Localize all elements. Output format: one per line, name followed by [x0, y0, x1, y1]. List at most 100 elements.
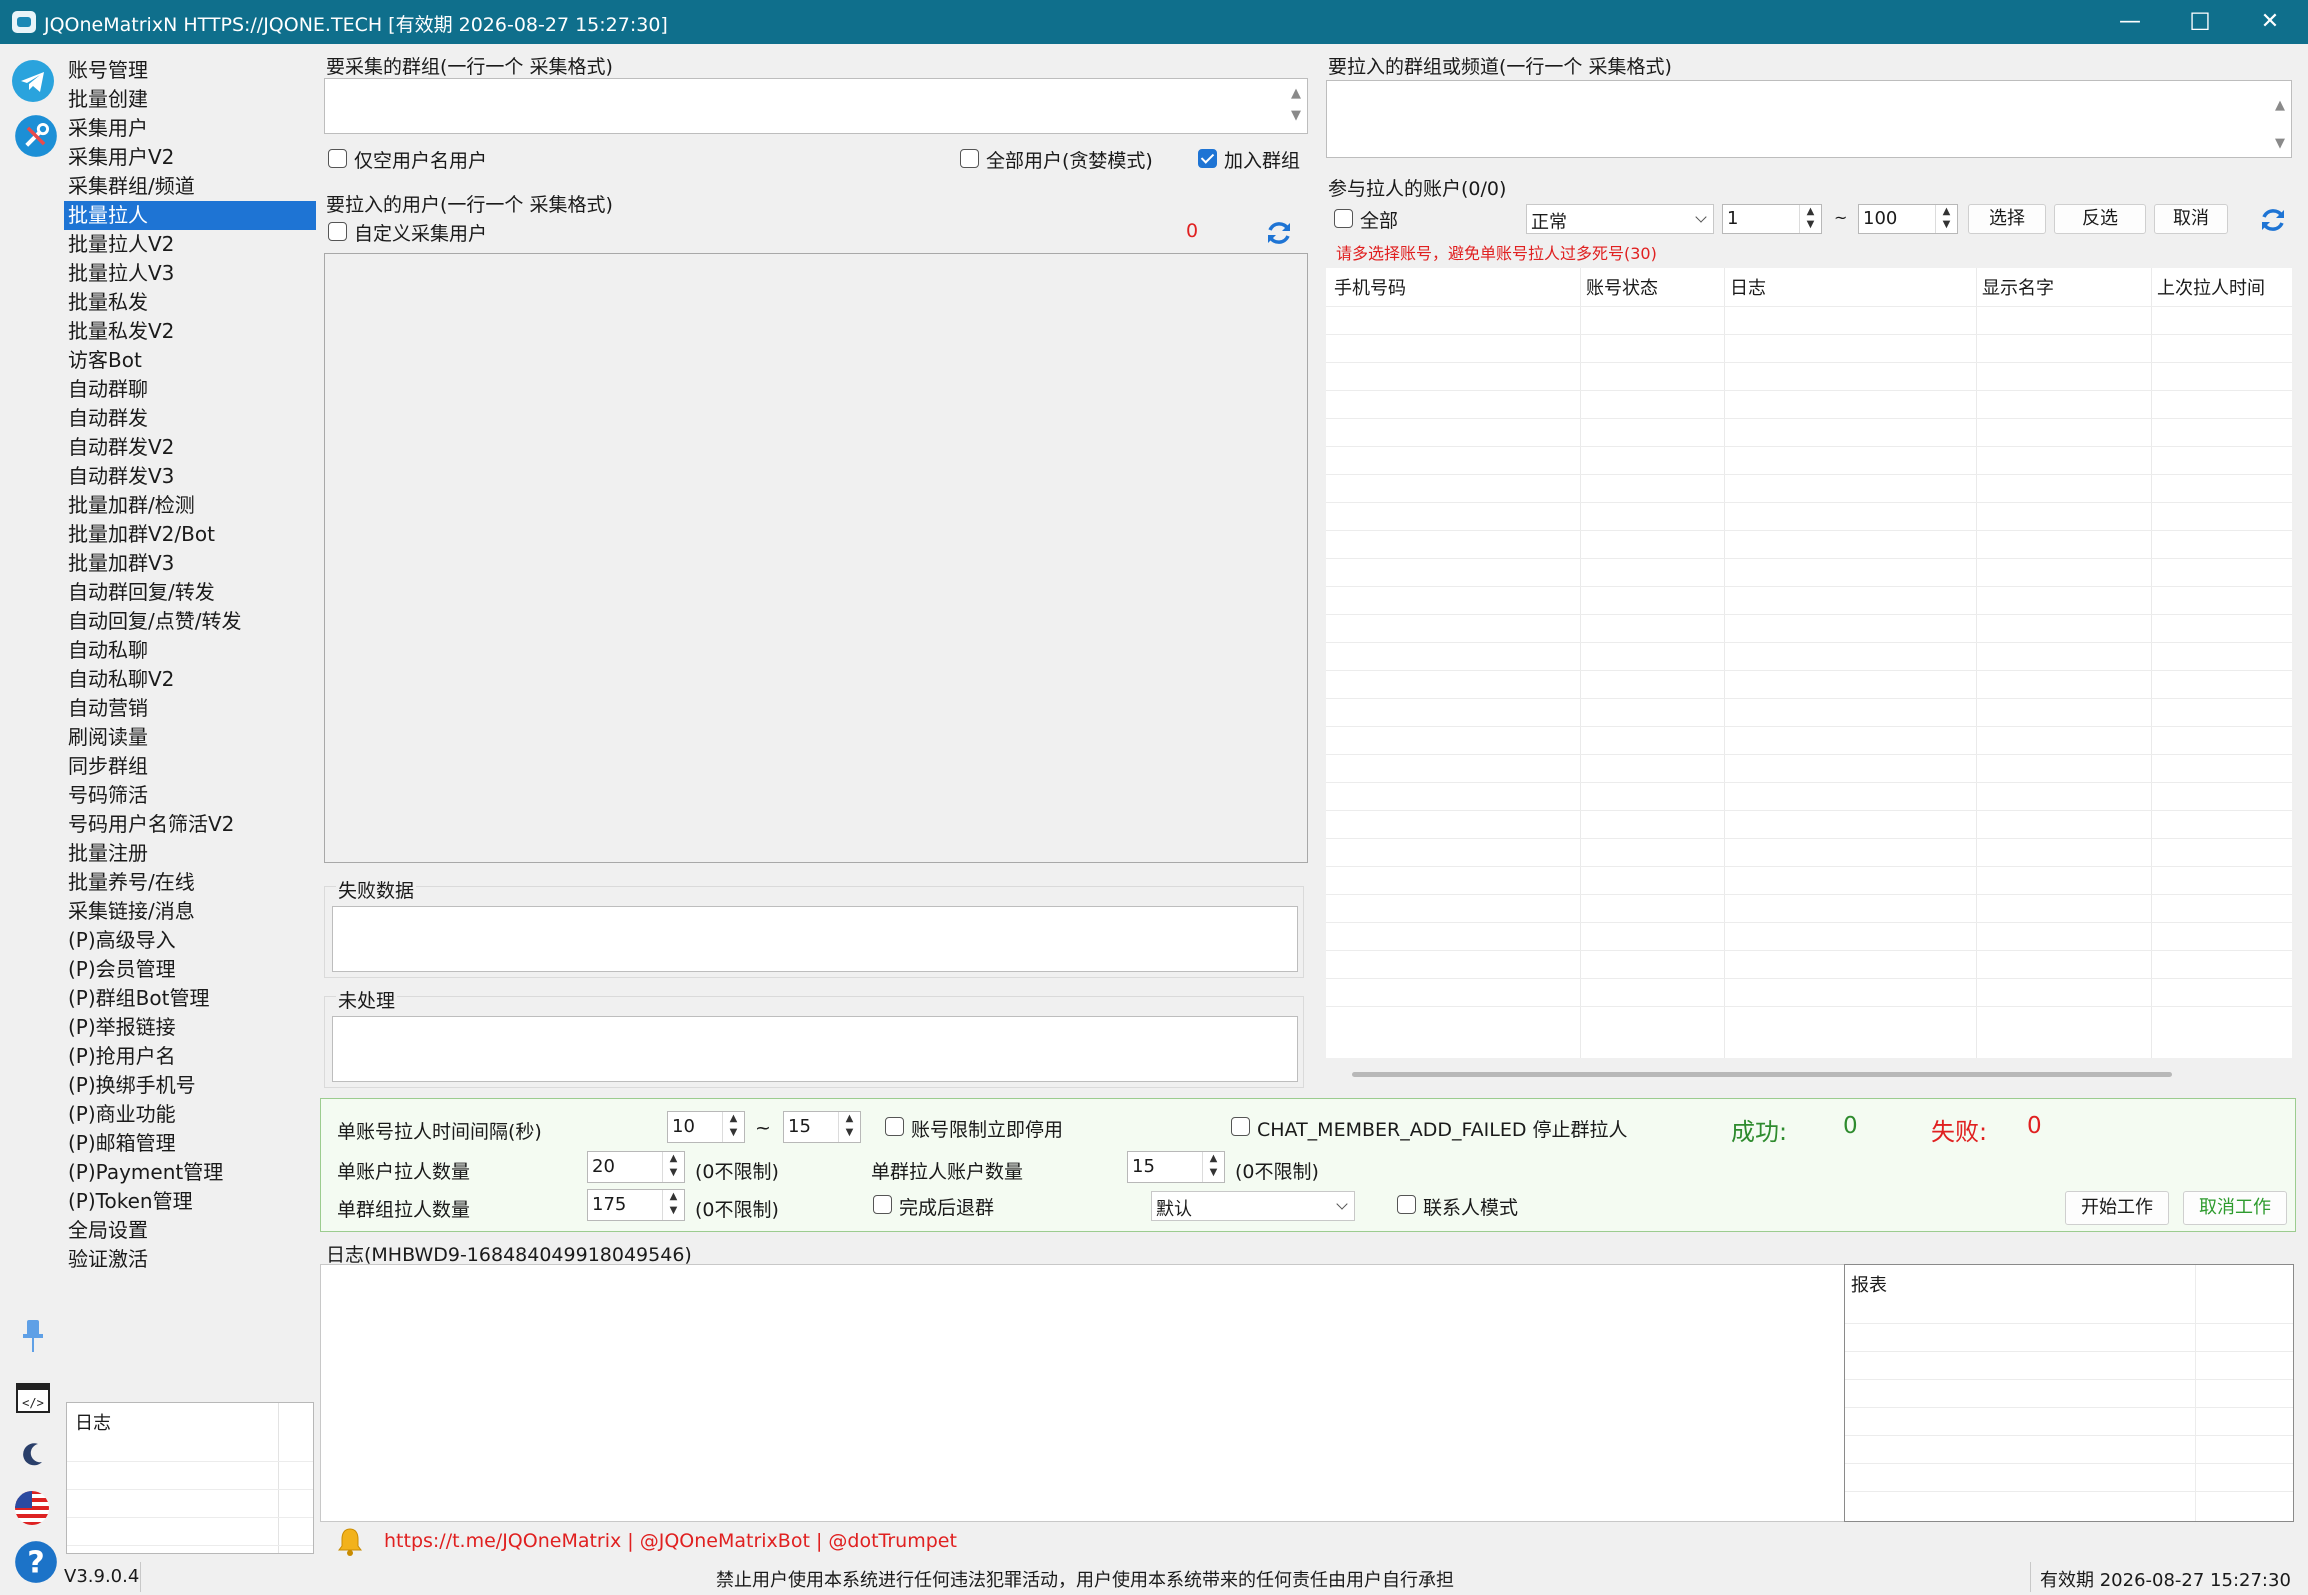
bell-icon[interactable]: [336, 1526, 364, 1556]
failed-data-input[interactable]: [332, 906, 1298, 972]
range-to-stepper[interactable]: 100 ▲ ▼: [1858, 204, 1958, 234]
telegram-icon[interactable]: [11, 59, 55, 103]
menu-item[interactable]: 访客Bot: [64, 346, 316, 375]
join-group-checkbox[interactable]: [1198, 149, 1217, 168]
menu-item[interactable]: 全局设置: [64, 1216, 316, 1245]
contact-mode-checkbox[interactable]: [1397, 1195, 1416, 1214]
code-icon[interactable]: </>: [16, 1383, 50, 1413]
menu-item[interactable]: (P)群组Bot管理: [64, 984, 316, 1013]
menu-item[interactable]: 刷阅读量: [64, 723, 316, 752]
start-work-button[interactable]: 开始工作: [2065, 1191, 2169, 1225]
target-groups-input[interactable]: ▲ ▼: [1326, 80, 2292, 158]
scroll-arrows-icon[interactable]: ▲ ▼: [2271, 87, 2289, 163]
stepper-arrows-icon[interactable]: ▲ ▼: [838, 1112, 860, 1142]
per-account-stepper[interactable]: 20 ▲ ▼: [587, 1151, 685, 1183]
stepper-arrows-icon[interactable]: ▲ ▼: [662, 1152, 684, 1182]
horizontal-scrollbar[interactable]: [1352, 1072, 2172, 1077]
interval-min-stepper[interactable]: 10 ▲ ▼: [667, 1111, 745, 1143]
menu-item[interactable]: (P)抢用户名: [64, 1042, 316, 1071]
scroll-arrows-icon[interactable]: ▲ ▼: [1287, 83, 1305, 127]
menu-item[interactable]: 同步群组: [64, 752, 316, 781]
limit-stop-checkbox[interactable]: [885, 1117, 904, 1136]
menu-item[interactable]: 号码用户名筛活V2: [64, 810, 316, 839]
menu-item[interactable]: 采集群组/频道: [64, 172, 316, 201]
column-header-log[interactable]: 日志: [1730, 274, 1766, 300]
menu-item[interactable]: 验证激活: [64, 1245, 316, 1274]
column-header-display-name[interactable]: 显示名字: [1982, 274, 2054, 300]
menu-item[interactable]: 采集用户V2: [64, 143, 316, 172]
menu-item[interactable]: 账号管理: [64, 56, 316, 85]
per-group-accounts-stepper[interactable]: 15 ▲ ▼: [1127, 1151, 1225, 1183]
per-group-stepper[interactable]: 175 ▲ ▼: [587, 1189, 685, 1221]
menu-item[interactable]: 批量私发V2: [64, 317, 316, 346]
menu-item[interactable]: 自动群发: [64, 404, 316, 433]
accounts-table[interactable]: 手机号码 账号状态 日志 显示名字 上次拉人时间: [1326, 268, 2292, 1077]
column-header-last-pull-time[interactable]: 上次拉人时间: [2157, 274, 2265, 300]
column-header-phone[interactable]: 手机号码: [1334, 274, 1406, 300]
all-users-checkbox[interactable]: [960, 149, 979, 168]
unprocessed-input[interactable]: [332, 1016, 1298, 1082]
us-flag-icon[interactable]: [14, 1490, 50, 1526]
invert-selection-button[interactable]: 反选: [2054, 204, 2146, 234]
custom-users-checkbox[interactable]: [328, 222, 347, 241]
menu-item[interactable]: 批量注册: [64, 839, 316, 868]
menu-item[interactable]: (P)换绑手机号: [64, 1071, 316, 1100]
interval-max-stepper[interactable]: 15 ▲ ▼: [783, 1111, 861, 1143]
menu-item[interactable]: (P)商业功能: [64, 1100, 316, 1129]
cancel-selection-button[interactable]: 取消: [2154, 204, 2228, 234]
moon-icon[interactable]: [20, 1440, 46, 1470]
chat-member-failed-checkbox[interactable]: [1231, 1117, 1250, 1136]
pin-icon[interactable]: [18, 1316, 48, 1356]
menu-item[interactable]: 采集用户: [64, 114, 316, 143]
menu-item[interactable]: 自动群聊: [64, 375, 316, 404]
source-groups-input[interactable]: ▲ ▼: [324, 78, 1308, 134]
minimize-button[interactable]: —: [2096, 0, 2164, 44]
menu-item[interactable]: 批量加群/检测: [64, 491, 316, 520]
menu-item[interactable]: (P)高级导入: [64, 926, 316, 955]
menu-item[interactable]: (P)Payment管理: [64, 1158, 316, 1187]
menu-item[interactable]: 号码筛活: [64, 781, 316, 810]
menu-item[interactable]: 批量养号/在线: [64, 868, 316, 897]
menu-item[interactable]: 批量加群V3: [64, 549, 316, 578]
menu-item[interactable]: (P)Token管理: [64, 1187, 316, 1216]
range-from-stepper[interactable]: 1 ▲ ▼: [1722, 204, 1822, 234]
menu-item[interactable]: 自动私聊V2: [64, 665, 316, 694]
column-header-status[interactable]: 账号状态: [1586, 274, 1658, 300]
menu-item[interactable]: 批量拉人V2: [64, 230, 316, 259]
menu-item[interactable]: (P)邮箱管理: [64, 1129, 316, 1158]
menu-item[interactable]: 批量拉人: [64, 201, 316, 230]
tools-icon[interactable]: [14, 114, 57, 157]
refresh-users-icon[interactable]: [1264, 218, 1294, 248]
menu-item[interactable]: (P)举报链接: [64, 1013, 316, 1042]
refresh-accounts-icon[interactable]: [2258, 205, 2288, 235]
all-accounts-checkbox[interactable]: [1334, 209, 1353, 228]
menu-item[interactable]: 自动营销: [64, 694, 316, 723]
menu-item[interactable]: 采集链接/消息: [64, 897, 316, 926]
footer-links[interactable]: https://t.me/JQOneMatrix | @JQOneMatrixB…: [384, 1530, 957, 1552]
menu-item[interactable]: 自动群发V3: [64, 462, 316, 491]
menu-item[interactable]: 批量拉人V3: [64, 259, 316, 288]
mode-select[interactable]: 默认: [1151, 1191, 1355, 1221]
stepper-arrows-icon[interactable]: ▲ ▼: [1799, 205, 1821, 233]
close-button[interactable]: ✕: [2236, 0, 2304, 44]
stepper-arrows-icon[interactable]: ▲ ▼: [1202, 1152, 1224, 1182]
maximize-button[interactable]: ☐: [2166, 0, 2234, 44]
report-table[interactable]: 报表: [1844, 1264, 2294, 1522]
only-username-checkbox[interactable]: [328, 149, 347, 168]
menu-item[interactable]: 批量创建: [64, 85, 316, 114]
stepper-arrows-icon[interactable]: ▲ ▼: [722, 1112, 744, 1142]
menu-item[interactable]: 自动回复/点赞/转发: [64, 607, 316, 636]
menu-item[interactable]: 批量加群V2/Bot: [64, 520, 316, 549]
menu-item[interactable]: (P)会员管理: [64, 955, 316, 984]
menu-item[interactable]: 自动私聊: [64, 636, 316, 665]
stepper-arrows-icon[interactable]: ▲ ▼: [1935, 205, 1957, 233]
target-users-input[interactable]: [324, 253, 1308, 863]
menu-item[interactable]: 自动群发V2: [64, 433, 316, 462]
help-icon[interactable]: ?: [14, 1540, 57, 1583]
menu-item[interactable]: 自动群回复/转发: [64, 578, 316, 607]
select-button[interactable]: 选择: [1968, 204, 2046, 234]
status-select[interactable]: 正常: [1526, 204, 1714, 234]
menu-item[interactable]: 批量私发: [64, 288, 316, 317]
cancel-work-button[interactable]: 取消工作: [2183, 1191, 2287, 1225]
stepper-arrows-icon[interactable]: ▲ ▼: [662, 1190, 684, 1220]
